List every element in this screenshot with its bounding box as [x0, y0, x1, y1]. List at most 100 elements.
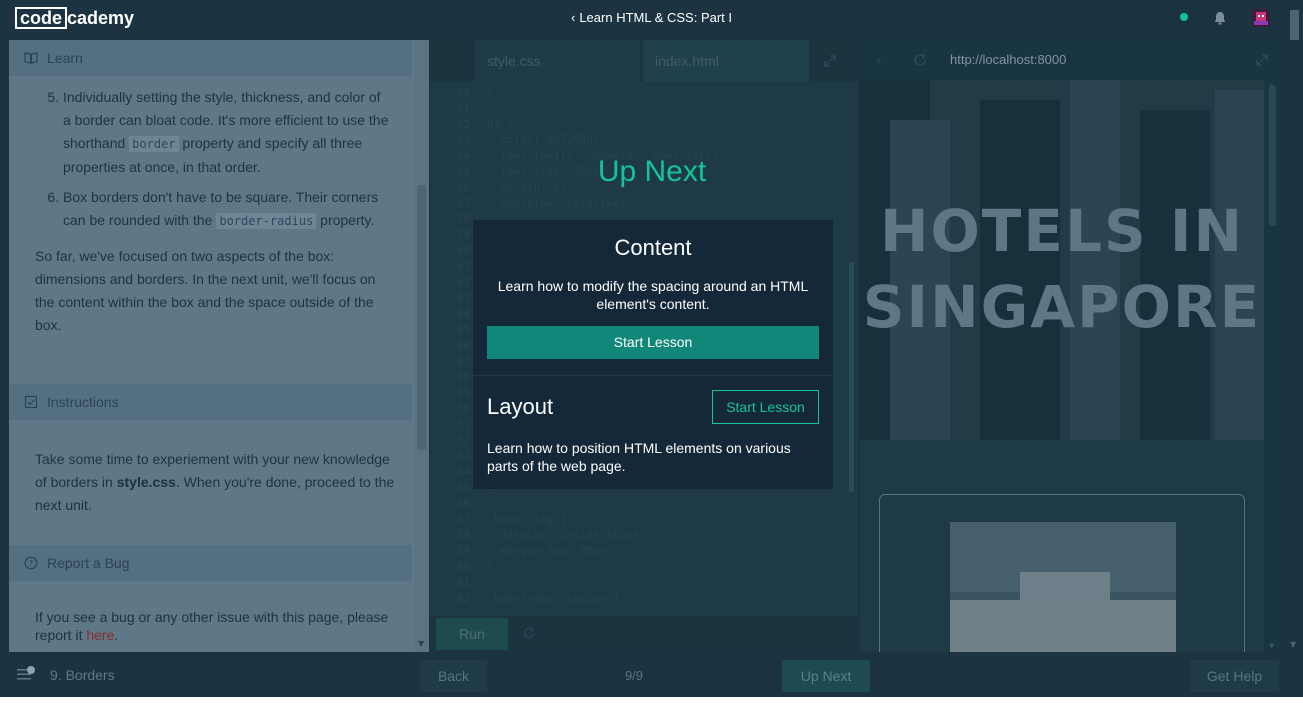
hero-title-line-2: SINGAPORE [862, 273, 1262, 341]
card-layout-description: Learn how to position HTML elements on v… [487, 440, 791, 474]
app-window: code cademy ‹ Learn HTML & CSS: Part I Le… [0, 0, 1303, 697]
lesson-menu-label[interactable]: 9. Borders [50, 667, 115, 683]
user-avatar-icon[interactable] [1252, 9, 1270, 27]
tab-style-css[interactable]: style.css [475, 40, 640, 82]
line-number: 42 [456, 275, 470, 289]
code-line[interactable]: .hotel-description { [487, 592, 619, 605]
report-here-link[interactable]: here [86, 627, 114, 643]
browser-preview: ‹ http://localhost:8000 HOTELS IN SINGAP… [860, 40, 1280, 652]
line-number: 43 [456, 291, 470, 305]
line-number: 31 [456, 101, 470, 115]
hero-title: HOTELS IN SINGAPORE [860, 193, 1264, 345]
hero-banner: HOTELS IN SINGAPORE [860, 80, 1264, 440]
line-number: 40 [456, 244, 470, 257]
hotel-image [950, 522, 1176, 652]
line-number: 44 [456, 307, 470, 321]
line-number: 51 [456, 417, 470, 431]
line-number: 32 [456, 117, 470, 131]
hotel-card [879, 494, 1245, 652]
tab-index-html[interactable]: index.html [643, 40, 809, 82]
page-scroll-thumb[interactable] [1290, 10, 1299, 40]
code-line[interactable]: display: inline-block; [487, 528, 646, 541]
course-title[interactable]: ‹ Learn HTML & CSS: Part I [0, 10, 1303, 25]
learn-content: Individually setting the style, thicknes… [35, 86, 390, 337]
line-number: 59 [456, 544, 470, 558]
learn-header[interactable]: Learn [9, 40, 412, 76]
editor-tabs: style.css index.html [430, 40, 858, 82]
browser-url[interactable]: http://localhost:8000 [950, 52, 1066, 67]
page-scroll-down-icon[interactable]: ▼ [1290, 640, 1296, 649]
learn-list: Individually setting the style, thicknes… [35, 86, 390, 233]
report-bug-header[interactable]: ? Report a Bug [9, 545, 412, 581]
report-bug-label: Report a Bug [47, 555, 130, 571]
online-status-dot [1180, 13, 1188, 21]
code-line[interactable]: } [487, 86, 494, 99]
line-number: 41 [456, 259, 470, 273]
page-scrollbar[interactable]: ▼ [1286, 0, 1303, 652]
browser-reload-icon[interactable] [912, 52, 928, 68]
up-next-title: Up Next [597, 155, 707, 188]
line-number: 56 [456, 496, 470, 510]
start-lesson-layout-button[interactable]: Start Lesson [712, 390, 819, 424]
editor-scroll-thumb[interactable] [849, 262, 854, 492]
lesson-progress: 9/9 [624, 668, 644, 683]
top-bar: code cademy ‹ Learn HTML & CSS: Part I [0, 0, 1303, 38]
instructions-content: Take some time to experiement with your … [35, 451, 395, 513]
svg-text:?: ? [29, 559, 33, 568]
next-lesson-card-layout: Layout Start Lesson Learn how to positio… [473, 376, 833, 489]
learn-item-5: Individually setting the style, thicknes… [63, 86, 390, 179]
browser-scrollbar[interactable]: ▲ ▼ [1264, 80, 1280, 652]
code-border: border [129, 136, 179, 152]
line-number: 48 [456, 370, 470, 384]
line-number: 57 [456, 512, 470, 526]
instructions-header[interactable]: Instructions [9, 384, 412, 420]
line-number: 33 [456, 133, 470, 147]
line-number: 45 [456, 323, 470, 336]
learn-scrollbar[interactable]: ▼ [414, 40, 429, 652]
book-icon [24, 52, 38, 64]
code-line[interactable]: .hotel-img { [487, 513, 566, 526]
expand-icon[interactable] [823, 54, 837, 68]
code-line[interactable]: color: #072630; [487, 133, 599, 146]
browser-scroll-thumb[interactable] [1269, 86, 1276, 226]
start-lesson-content-button[interactable]: Start Lesson [487, 326, 819, 359]
back-button[interactable]: Back [420, 660, 487, 692]
line-number: 61 [456, 575, 470, 589]
browser-expand-icon[interactable] [1255, 53, 1269, 67]
question-circle-icon: ? [24, 556, 38, 570]
bell-icon[interactable] [1212, 10, 1228, 26]
get-help-button[interactable]: Get Help [1190, 660, 1279, 692]
scroll-down-arrow-icon[interactable]: ▼ [1269, 642, 1274, 650]
browser-back-icon[interactable]: ‹ [876, 53, 882, 69]
line-number: 38 [456, 212, 470, 226]
line-number: 49 [456, 386, 470, 400]
code-line[interactable]: margin-top: 20px; [487, 544, 613, 557]
up-next-button[interactable]: Up Next [782, 660, 870, 692]
course-title-text: Learn HTML & CSS: Part I [579, 10, 733, 25]
learn-scroll-thumb[interactable] [417, 185, 426, 450]
browser-address-bar: ‹ http://localhost:8000 [860, 40, 1280, 80]
line-number: 50 [456, 402, 470, 415]
learn-header-label: Learn [47, 50, 83, 66]
scroll-down-arrow-icon[interactable]: ▼ [418, 639, 424, 648]
chevron-left-icon: ‹ [570, 10, 576, 25]
line-number: 55 [456, 481, 470, 494]
next-lesson-card-content: Content Learn how to modify the spacing … [473, 220, 833, 375]
run-button[interactable]: Run [436, 618, 508, 650]
code-border-radius: border-radius [216, 213, 317, 229]
instructions-header-label: Instructions [47, 394, 119, 410]
card-content-title: Content [614, 235, 692, 260]
card-content-description: Learn how to modify the spacing around a… [497, 278, 809, 312]
line-number: 62 [456, 591, 470, 605]
code-line[interactable]: h3 { [487, 118, 514, 131]
learn-item-6: Box borders don't have to be square. The… [63, 186, 390, 233]
menu-toggle-icon[interactable] [17, 666, 35, 682]
learn-panel: Learn Individually setting the style, th… [9, 40, 429, 652]
style-css-filename: style.css [116, 474, 176, 490]
code-line[interactable]: } [487, 560, 494, 573]
bottom-bar: 9. Borders Back 9/9 Up Next Get Help [0, 652, 1303, 697]
code-line[interactable]: position: relative; [487, 197, 626, 210]
line-number: 37 [456, 196, 470, 210]
line-number: 54 [456, 465, 470, 479]
reset-icon[interactable] [522, 626, 536, 640]
